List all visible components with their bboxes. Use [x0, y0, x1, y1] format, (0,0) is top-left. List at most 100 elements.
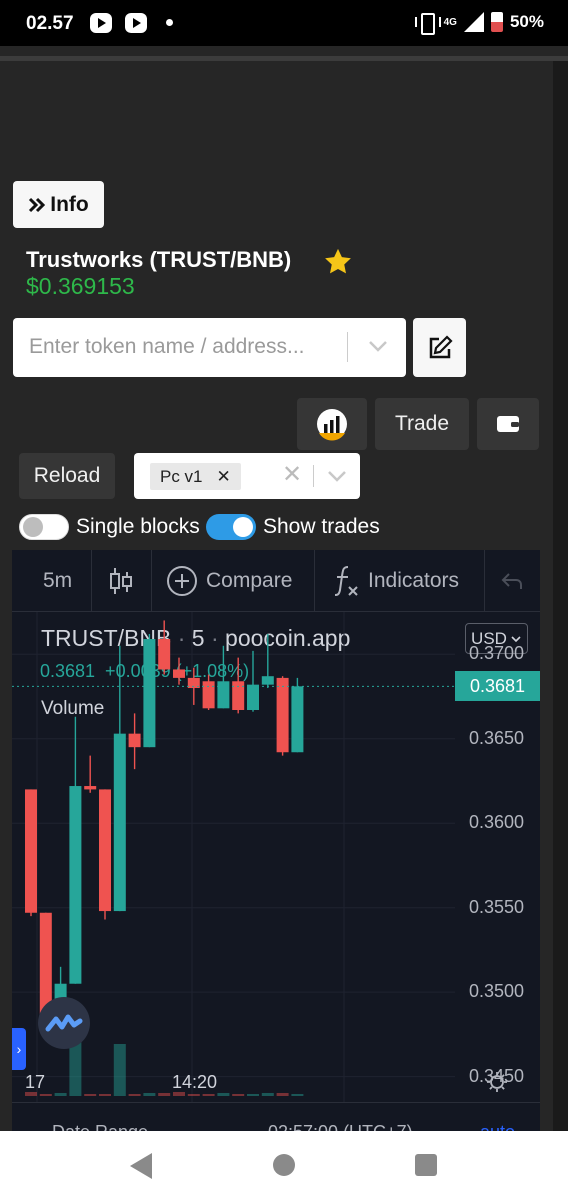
edit-button[interactable]: [413, 318, 466, 377]
interval-button[interactable]: 5m: [43, 550, 72, 612]
recents-icon[interactable]: [415, 1154, 437, 1176]
android-nav-bar: [0, 1131, 568, 1200]
token-title: Trustworks (TRUST/BNB): [26, 247, 292, 272]
app-screen: 02.57 4G 50% Info Trustworks (TRUST/BNB)…: [0, 0, 568, 1200]
candle-body: [113, 733, 126, 912]
tradingview-logo[interactable]: [38, 997, 90, 1049]
compare-label: Compare: [206, 569, 293, 592]
volume-bar: [84, 1094, 97, 1096]
candlestick-icon: [110, 568, 132, 594]
chevron-down-icon[interactable]: [367, 336, 389, 356]
back-icon[interactable]: [130, 1153, 152, 1179]
indicators-label: Indicators: [368, 569, 460, 592]
time-axis-label: 14:20: [172, 1072, 218, 1092]
page-scroll-gutter: [553, 61, 568, 1131]
battery-percent: 50%: [509, 12, 544, 31]
show-trades-label: Show trades: [263, 515, 380, 538]
candle-body: [276, 677, 289, 753]
candle-body: [217, 681, 230, 709]
single-blocks-toggle[interactable]: [19, 514, 69, 540]
info-button-label: Info: [50, 192, 89, 216]
toolbar-separator: [151, 550, 152, 612]
compare-button[interactable]: Compare: [166, 550, 292, 612]
remove-tag-icon[interactable]: ✕: [217, 467, 231, 487]
status-icons: 4G 50%: [414, 12, 544, 35]
candle-body: [173, 669, 185, 678]
trade-button[interactable]: Trade: [375, 398, 469, 450]
candle-body: [25, 789, 37, 913]
candle-body: [84, 786, 97, 790]
network-type: 4G: [443, 16, 457, 28]
status-bar: 02.57 4G 50%: [0, 0, 568, 46]
wallet-button[interactable]: [477, 398, 539, 450]
candle-style-button[interactable]: [109, 550, 133, 612]
undo-icon: [501, 573, 522, 589]
volume-bar: [187, 1094, 200, 1096]
toggle-knob: [23, 517, 43, 537]
token-search-input[interactable]: [29, 332, 344, 362]
clear-icon[interactable]: ✕: [282, 463, 302, 487]
volume-bar: [158, 1093, 171, 1096]
volume-bar: [247, 1094, 259, 1096]
show-trades-toggle[interactable]: [206, 514, 256, 540]
single-blocks-label: Single blocks: [76, 515, 200, 538]
youtube-notification-icon: [90, 13, 112, 33]
price-axis-label: 0.3500: [469, 981, 525, 1002]
chart-icon: [317, 409, 347, 441]
indicators-button[interactable]: Indicators: [334, 550, 459, 612]
candle-body: [69, 786, 82, 984]
price-axis-label: 0.3650: [469, 727, 525, 748]
status-time: 02.57: [26, 13, 74, 34]
toolbar-separator: [91, 550, 92, 612]
last-price-tag: 0.3681: [455, 671, 540, 702]
candle-body: [143, 639, 156, 748]
function-icon: [334, 566, 358, 596]
reload-button[interactable]: Reload: [19, 453, 115, 499]
volume-bar: [128, 1094, 141, 1096]
candle-body: [261, 676, 274, 685]
info-button[interactable]: Info: [13, 181, 104, 228]
volume-bar: [261, 1093, 274, 1096]
star-icon[interactable]: [323, 247, 353, 277]
volume-bar: [143, 1093, 156, 1096]
time-axis-label: 17: [25, 1072, 46, 1092]
toggle-knob: [233, 517, 253, 537]
search-divider: [347, 332, 348, 362]
undo-button[interactable]: [500, 550, 524, 612]
candle-body: [232, 681, 245, 710]
wallet-icon: [497, 416, 519, 432]
chart-footer-divider: [12, 1102, 540, 1103]
price-axis-label: 0.3700: [469, 643, 525, 664]
price-axis-label: 0.3550: [469, 896, 525, 917]
volume-bar: [99, 1094, 111, 1096]
signal-icon: [463, 12, 484, 32]
more-notifications-icon: [166, 19, 173, 26]
volume-bar: [217, 1093, 230, 1096]
volume-bar: [202, 1094, 215, 1096]
volume-bar: [291, 1094, 304, 1096]
drawing-toolbar-toggle[interactable]: ›: [12, 1028, 26, 1070]
volume-bar: [39, 1094, 52, 1096]
plus-circle-icon: [167, 566, 197, 596]
volume-bar: [276, 1093, 289, 1096]
double-chevron-right-icon: [29, 197, 46, 212]
chart-button[interactable]: [297, 398, 367, 450]
candle-body: [128, 733, 141, 748]
volume-bar: [232, 1094, 245, 1096]
candle-body: [291, 686, 304, 753]
token-price: $0.369153: [26, 273, 135, 299]
settings-icon[interactable]: [485, 1070, 509, 1094]
candle-body: [202, 681, 215, 709]
chevron-down-icon[interactable]: [326, 467, 348, 485]
chart-toolbar: 5m Compare Indicators: [12, 550, 540, 612]
candle-body: [247, 684, 259, 710]
price-axis-label: 0.3600: [469, 812, 525, 833]
home-icon[interactable]: [273, 1154, 295, 1176]
toolbar-separator: [314, 550, 315, 612]
youtube-notification-icon: [125, 13, 147, 33]
tradingview-logo-icon: [45, 1014, 83, 1032]
edit-icon: [429, 334, 453, 358]
volume-bar: [54, 1093, 67, 1096]
pool-tag-label: Pc v1: [160, 466, 203, 486]
pool-select[interactable]: Pc v1 ✕ ✕: [134, 453, 360, 499]
